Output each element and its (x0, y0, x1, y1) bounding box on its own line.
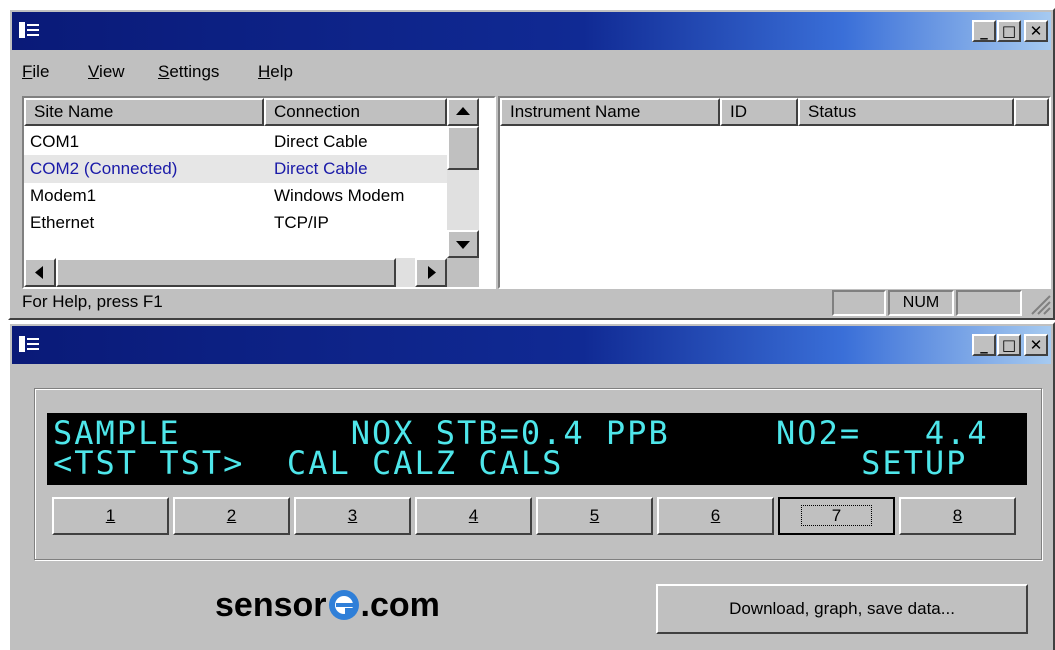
status-pane-num: NUM (888, 290, 954, 316)
download-graph-save-button[interactable]: Download, graph, save data... (656, 584, 1028, 634)
scroll-right-arrow-icon (428, 266, 436, 279)
minimize-icon: _ (980, 336, 988, 354)
scroll-left-button[interactable] (24, 258, 56, 287)
close-icon: ✕ (1029, 22, 1043, 40)
lcd-line-2: <TST TST> CAL CALZ CALS SETUP (53, 444, 968, 482)
soft-key-7[interactable]: 7 (778, 497, 895, 535)
list-item[interactable]: Ethernet TCP/IP (24, 209, 447, 237)
scroll-thumb-horizontal[interactable] (56, 258, 396, 287)
menu-settings[interactable]: Settings (158, 62, 219, 82)
site-manager-window: _ □ ✕ File View Settings Help Site Name … (8, 8, 1055, 320)
lcd-display: SAMPLE NOX STB=0.4 PPB NO2= 4.4 <TST TST… (47, 413, 1027, 485)
column-header-status[interactable]: Status (798, 98, 1014, 126)
title-bar[interactable]: _ □ ✕ (12, 326, 1051, 364)
site-name: Modem1 (30, 186, 97, 205)
menu-help[interactable]: Help (258, 62, 293, 82)
column-header-site-name[interactable]: Site Name (24, 98, 264, 126)
list-item[interactable]: COM1 Direct Cable (24, 128, 447, 156)
vertical-scrollbar[interactable] (447, 98, 479, 258)
soft-key-3[interactable]: 3 (294, 497, 411, 535)
minimize-button[interactable]: _ (972, 334, 996, 356)
size-grip-icon[interactable] (1028, 292, 1052, 316)
scroll-up-arrow-icon (456, 107, 470, 115)
status-help-text: For Help, press F1 (22, 292, 163, 311)
soft-key-5[interactable]: 5 (536, 497, 653, 535)
soft-key-2[interactable]: 2 (173, 497, 290, 535)
horizontal-scrollbar[interactable] (24, 258, 447, 287)
close-icon: ✕ (1029, 336, 1043, 354)
instrument-window: _ □ ✕ SAMPLE NOX STB=0.4 PPB NO2= 4.4 <T… (8, 322, 1055, 650)
close-button[interactable]: ✕ (1024, 334, 1048, 356)
connection-type: Direct Cable (274, 132, 368, 151)
scroll-right-button[interactable] (415, 258, 447, 287)
site-name: COM2 (Connected) (30, 159, 178, 178)
minimize-icon: _ (980, 22, 988, 40)
menu-view[interactable]: View (88, 62, 125, 82)
maximize-button[interactable]: □ (997, 20, 1021, 42)
close-button[interactable]: ✕ (1024, 20, 1048, 42)
scroll-down-arrow-icon (456, 241, 470, 249)
site-name: COM1 (30, 132, 80, 151)
soft-key-8[interactable]: 8 (899, 497, 1016, 535)
connection-type: Direct Cable (274, 159, 368, 178)
scroll-up-button[interactable] (447, 98, 479, 126)
column-header-connection[interactable]: Connection (264, 98, 447, 126)
sensore-logo: sensor .com (215, 586, 440, 630)
instruments-list: Instrument Name ID Status (498, 96, 1051, 289)
logo-text-right: .com (360, 586, 440, 624)
column-header-instrument-name[interactable]: Instrument Name (500, 98, 720, 126)
soft-key-4[interactable]: 4 (415, 497, 532, 535)
soft-key-row: 1 2 3 4 5 6 7 8 (52, 497, 1022, 535)
list-item-selected[interactable]: COM2 (Connected) Direct Cable (24, 155, 447, 183)
menu-file[interactable]: File (22, 62, 49, 82)
system-menu-icon[interactable] (18, 334, 40, 356)
connection-type: Windows Modem (274, 186, 405, 205)
scroll-left-arrow-icon (35, 266, 43, 279)
title-bar[interactable]: _ □ ✕ (12, 12, 1051, 50)
column-header-extra[interactable] (1014, 98, 1049, 126)
download-button-label: Download, graph, save data... (729, 599, 955, 618)
logo-text-left: sensor (215, 586, 327, 624)
front-panel: SAMPLE NOX STB=0.4 PPB NO2= 4.4 <TST TST… (34, 388, 1042, 560)
list-item[interactable]: Modem1 Windows Modem (24, 182, 447, 210)
site-name: Ethernet (30, 213, 95, 232)
status-bar: For Help, press F1 NUM (12, 286, 1053, 318)
scrollbar-corner (447, 258, 479, 287)
scroll-down-button[interactable] (447, 230, 479, 258)
minimize-button[interactable]: _ (972, 20, 996, 42)
soft-key-6[interactable]: 6 (657, 497, 774, 535)
menu-bar: File View Settings Help (10, 62, 610, 86)
system-menu-icon[interactable] (18, 20, 40, 42)
maximize-icon: □ (1001, 22, 1017, 40)
status-pane-scrl (956, 290, 1022, 316)
status-pane-caps (832, 290, 886, 316)
maximize-button[interactable]: □ (997, 334, 1021, 356)
column-header-id[interactable]: ID (720, 98, 798, 126)
sites-list: Site Name Connection COM1 Direct Cable C… (22, 96, 496, 289)
soft-key-1[interactable]: 1 (52, 497, 169, 535)
connection-type: TCP/IP (274, 213, 329, 232)
scroll-thumb[interactable] (447, 126, 479, 170)
maximize-icon: □ (1001, 336, 1017, 354)
sensor-e-logo-icon (328, 590, 359, 620)
